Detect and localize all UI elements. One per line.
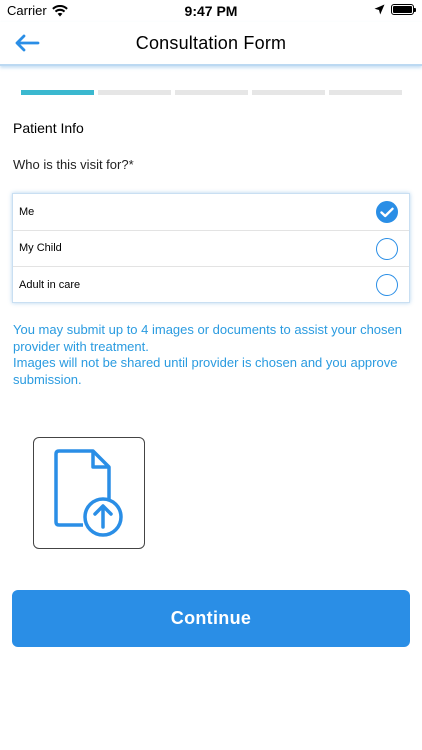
battery-icon (391, 4, 416, 15)
nav-bar: Consultation Form (0, 22, 422, 66)
option-me[interactable]: Me (13, 194, 409, 231)
option-label: Me (19, 205, 35, 218)
option-adult-in-care[interactable]: Adult in care (13, 267, 409, 304)
progress-step-3 (175, 90, 248, 95)
radio-unchecked-icon[interactable] (376, 274, 398, 297)
visit-for-options: Me My Child Adult in care (12, 193, 410, 303)
status-bar: Carrier 9:47 PM (0, 0, 422, 22)
progress-step-4 (252, 90, 325, 95)
option-label: My Child (19, 242, 62, 255)
progress-step-2 (98, 90, 171, 95)
section-title: Patient Info (13, 120, 84, 136)
checkmark-icon (380, 207, 394, 217)
document-upload-icon (54, 449, 123, 537)
question-label: Who is this visit for?* (13, 157, 134, 172)
option-my-child[interactable]: My Child (13, 231, 409, 268)
step-progress (21, 90, 402, 95)
progress-step-5 (329, 90, 402, 95)
option-label: Adult in care (19, 279, 81, 292)
upload-document-button[interactable] (33, 437, 145, 549)
status-right (374, 4, 416, 15)
progress-step-1 (21, 90, 94, 95)
radio-checked-icon[interactable] (376, 201, 398, 223)
radio-unchecked-icon[interactable] (376, 237, 398, 260)
clock: 9:47 PM (184, 3, 238, 19)
upload-info-text: You may submit up to 4 images or documen… (13, 322, 402, 387)
page-title: Consultation Form (135, 33, 287, 53)
location-arrow-icon (374, 4, 385, 15)
continue-button[interactable]: Continue (12, 590, 410, 647)
